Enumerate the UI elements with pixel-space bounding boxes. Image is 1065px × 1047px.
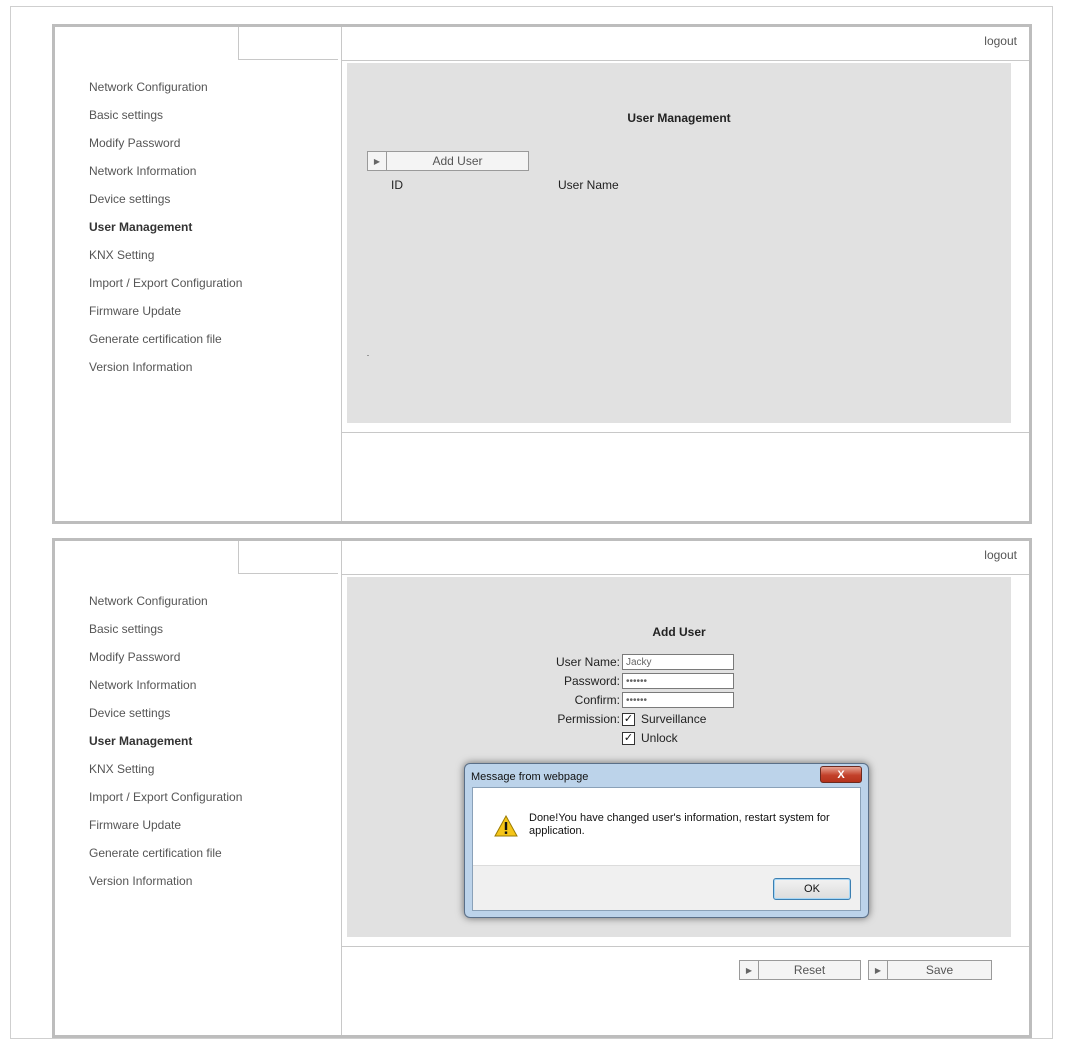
header-divider: [342, 60, 1029, 61]
sidebar-item-firmware-update[interactable]: Firmware Update: [89, 303, 242, 331]
sidebar-nav: Network Configuration Basic settings Mod…: [89, 79, 242, 387]
user-management-panel: logout Network Configuration Basic setti…: [52, 24, 1032, 524]
column-header-id: ID: [391, 178, 403, 192]
page-title: User Management: [627, 111, 731, 125]
dialog-title: Message from webpage: [471, 771, 589, 783]
header-divider: [342, 574, 1029, 575]
sidebar-item-generate-certification[interactable]: Generate certification file: [89, 331, 242, 359]
sidebar-nav: Network Configuration Basic settings Mod…: [89, 593, 242, 901]
play-arrow-icon: ▶: [368, 152, 387, 170]
sidebar-item-basic-settings[interactable]: Basic settings: [89, 107, 242, 135]
dialog-body: Done!You have changed user's information…: [472, 787, 861, 911]
logo-area: [238, 27, 338, 60]
sidebar-item-version-information[interactable]: Version Information: [89, 873, 242, 901]
save-button[interactable]: ▶ Save: [868, 960, 992, 980]
message-dialog: Message from webpage X Done!You have cha…: [464, 763, 869, 918]
confirm-input[interactable]: [622, 692, 734, 708]
sidebar-item-knx-setting[interactable]: KNX Setting: [89, 247, 242, 275]
empty-list-marker: [367, 355, 369, 356]
sidebar-item-import-export[interactable]: Import / Export Configuration: [89, 789, 242, 817]
sidebar-item-device-settings[interactable]: Device settings: [89, 191, 242, 219]
close-icon[interactable]: X: [820, 766, 862, 783]
sidebar-item-import-export[interactable]: Import / Export Configuration: [89, 275, 242, 303]
dialog-footer: OK: [473, 865, 860, 910]
logout-link[interactable]: logout: [984, 34, 1017, 48]
dialog-message: Done!You have changed user's information…: [529, 812, 830, 837]
user-name-row: User Name:: [536, 654, 734, 670]
confirm-label: Confirm:: [574, 693, 620, 707]
sidebar-item-network-information[interactable]: Network Information: [89, 163, 242, 191]
logo-area: [238, 541, 338, 574]
unlock-checkbox[interactable]: ✓: [622, 731, 635, 745]
sidebar-item-generate-certification[interactable]: Generate certification file: [89, 845, 242, 873]
reset-button[interactable]: ▶ Reset: [739, 960, 861, 980]
save-label: Save: [925, 963, 954, 977]
sidebar-item-network-configuration[interactable]: Network Configuration: [89, 79, 242, 107]
permission-row: Permission: ✓ Surveillance: [536, 711, 706, 727]
user-name-input[interactable]: [622, 654, 734, 670]
content-area: User Management ▶ Add User ID User Name: [347, 63, 1011, 423]
add-user-panel: logout Network Configuration Basic setti…: [52, 538, 1032, 1038]
sidebar-item-device-settings[interactable]: Device settings: [89, 705, 242, 733]
permission-label: Permission:: [557, 712, 620, 726]
play-arrow-icon: ▶: [869, 961, 888, 979]
password-row: Password:: [536, 673, 734, 689]
sidebar-item-modify-password[interactable]: Modify Password: [89, 649, 242, 677]
sidebar-item-version-information[interactable]: Version Information: [89, 359, 242, 387]
user-name-label: User Name:: [555, 655, 620, 669]
sidebar-item-basic-settings[interactable]: Basic settings: [89, 621, 242, 649]
surveillance-checkbox[interactable]: ✓: [622, 712, 635, 726]
footer-divider: [342, 432, 1029, 433]
play-arrow-icon: ▶: [740, 961, 759, 979]
unlock-row: ✓ Unlock: [622, 730, 678, 746]
password-label: Password:: [563, 674, 620, 688]
sidebar-item-knx-setting[interactable]: KNX Setting: [89, 761, 242, 789]
unlock-label: Unlock: [641, 731, 678, 745]
sidebar-item-user-management[interactable]: User Management: [89, 733, 242, 761]
reset-label: Reset: [793, 963, 826, 977]
confirm-row: Confirm:: [536, 692, 734, 708]
add-user-button[interactable]: ▶ Add User: [367, 151, 529, 171]
sidebar-item-modify-password[interactable]: Modify Password: [89, 135, 242, 163]
warning-icon: [494, 815, 518, 837]
column-header-user-name: User Name: [558, 178, 619, 192]
sidebar-item-firmware-update[interactable]: Firmware Update: [89, 817, 242, 845]
sidebar-item-user-management[interactable]: User Management: [89, 219, 242, 247]
footer-divider: [342, 946, 1029, 947]
sidebar-divider: [341, 541, 342, 1035]
password-input[interactable]: [622, 673, 734, 689]
surveillance-label: Surveillance: [641, 712, 707, 726]
ok-button[interactable]: OK: [773, 878, 851, 900]
sidebar-item-network-configuration[interactable]: Network Configuration: [89, 593, 242, 621]
sidebar-divider: [341, 27, 342, 521]
sidebar-item-network-information[interactable]: Network Information: [89, 677, 242, 705]
logout-link[interactable]: logout: [984, 548, 1017, 562]
page-title: Add User: [652, 625, 706, 639]
add-user-label: Add User: [432, 154, 483, 168]
